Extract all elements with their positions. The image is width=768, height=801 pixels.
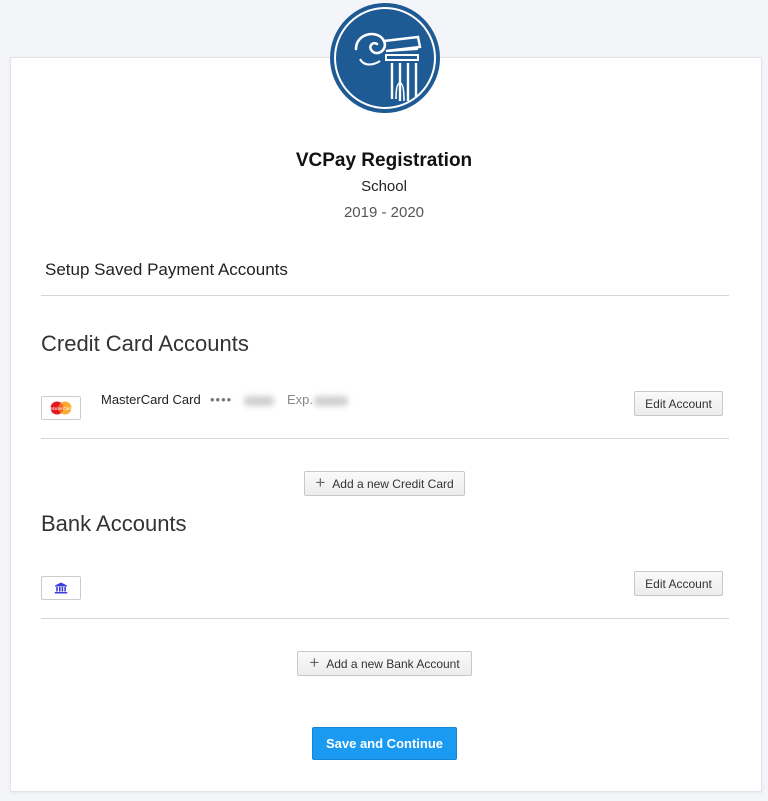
add-bank-account-button[interactable]: + Add a new Bank Account [297,651,472,676]
bank-icon [41,576,81,600]
school-logo [330,3,440,113]
add-bank-account-label: Add a new Bank Account [326,656,460,671]
page-title: VCPay Registration [295,150,473,171]
school-year: 2019 - 2020 [343,204,425,221]
plus-icon: + [315,473,326,492]
add-credit-card-button[interactable]: + Add a new Credit Card [304,471,465,496]
svg-text:MasterCard: MasterCard [50,406,73,411]
bank-divider [41,618,729,619]
edit-bank-account-button[interactable]: Edit Account [634,571,723,596]
card-type-label: MasterCard Card [101,392,201,407]
setup-divider [41,295,729,296]
setup-heading: Setup Saved Payment Accounts [45,260,288,279]
plus-icon: + [309,653,320,672]
school-name: School [361,178,407,195]
save-and-continue-button[interactable]: Save and Continue [312,727,457,760]
ionic-column-icon [334,7,436,109]
card-number-mask: •••• [210,392,233,407]
card-last-digits-redacted [244,396,274,406]
mastercard-icon: MasterCard [41,396,81,420]
bank-accounts-heading: Bank Accounts [41,511,187,536]
edit-credit-card-button[interactable]: Edit Account [634,391,723,416]
credit-card-heading: Credit Card Accounts [41,331,249,356]
card-expiry-redacted [314,396,348,406]
card-expiry-label: Exp. [287,392,314,407]
add-credit-card-label: Add a new Credit Card [332,476,454,491]
credit-card-divider [41,438,729,439]
